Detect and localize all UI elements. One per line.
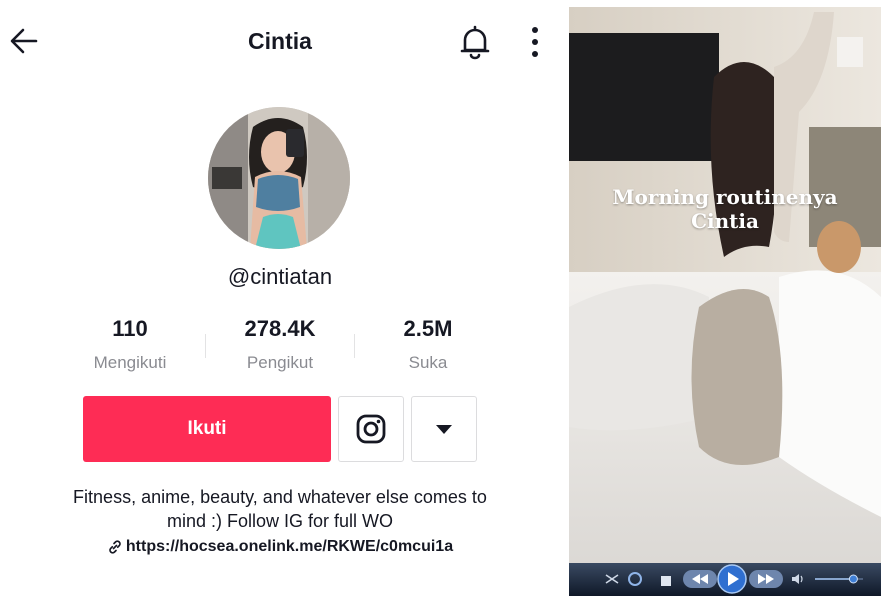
- more-options-icon[interactable]: [524, 24, 546, 60]
- stat-followers[interactable]: 278.4K Pengikut: [220, 316, 340, 373]
- video-frame: [569, 7, 881, 596]
- instagram-button[interactable]: [338, 396, 404, 462]
- stop-icon[interactable]: [661, 573, 671, 591]
- profile-link[interactable]: https://hocsea.onelink.me/RKWE/c0mcui1a: [0, 538, 560, 560]
- play-button[interactable]: [717, 564, 747, 596]
- stat-likes-value: 2.5M: [403, 316, 453, 341]
- video-caption: Morning routinenya Cintia: [569, 185, 881, 233]
- caret-down-icon: [436, 425, 452, 434]
- caption-line: Cintia: [691, 209, 759, 233]
- stat-followers-value: 278.4K: [244, 316, 316, 341]
- suggested-accounts-dropdown[interactable]: [411, 396, 477, 462]
- stat-likes[interactable]: 2.5M Suka: [368, 316, 488, 373]
- caption-line: Morning routinenya: [612, 185, 838, 209]
- bio-line: mind :) Follow IG for full WO: [166, 511, 394, 531]
- profile-link-text: https://hocsea.onelink.me/RKWE/c0mcui1a: [125, 538, 454, 555]
- video-player[interactable]: Morning routinenya Cintia: [569, 7, 881, 596]
- avatar: [208, 107, 350, 249]
- stat-followers-label: Pengikut: [246, 353, 314, 372]
- shuffle-icon[interactable]: [605, 572, 619, 591]
- bell-icon[interactable]: [458, 24, 492, 60]
- player-control-bar: [569, 563, 881, 596]
- repeat-icon[interactable]: [627, 571, 643, 592]
- stat-divider: [205, 334, 206, 358]
- follow-button[interactable]: Ikuti: [83, 396, 331, 462]
- link-icon: [109, 540, 121, 554]
- stat-following-value: 110: [112, 316, 148, 341]
- stat-divider: [354, 334, 355, 358]
- profile-panel: Cintia @cintiatan 110 Mengikuti 278.4K P…: [0, 0, 560, 596]
- bio-line: Fitness, anime, beauty, and whatever els…: [73, 487, 487, 507]
- stat-following-label: Mengikuti: [93, 353, 167, 372]
- stat-likes-label: Suka: [408, 353, 448, 372]
- previous-icon[interactable]: [683, 570, 717, 593]
- volume-slider[interactable]: [813, 572, 865, 591]
- instagram-icon: [356, 414, 386, 444]
- profile-handle: @cintiatan: [227, 264, 333, 289]
- volume-icon[interactable]: [791, 572, 805, 591]
- next-icon[interactable]: [749, 570, 783, 593]
- stat-following[interactable]: 110 Mengikuti: [70, 316, 190, 373]
- profile-bio: Fitness, anime, beauty, and whatever els…: [20, 485, 540, 533]
